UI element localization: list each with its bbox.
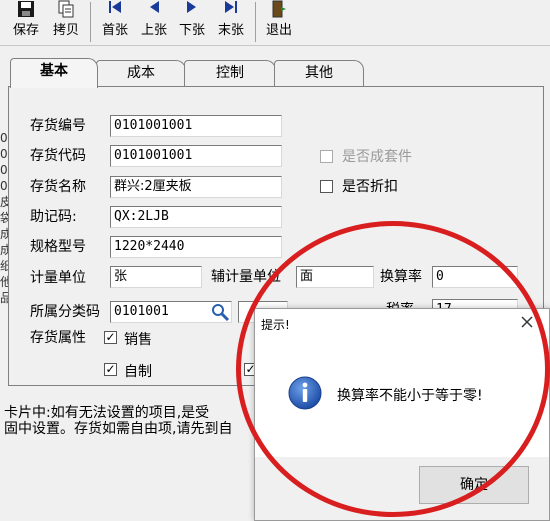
tab-control[interactable]: 控制 bbox=[184, 60, 276, 86]
self-made-checkbox[interactable]: ✓ bbox=[104, 363, 117, 376]
exit-door-icon bbox=[260, 0, 298, 22]
mnemonic-label: 助记码: bbox=[30, 209, 77, 225]
toolbar: 保存 拷贝 首张 上张 下张 末张 退出 bbox=[0, 0, 550, 46]
unit-label: 计量单位 bbox=[30, 270, 86, 286]
self-made-label: 自制 bbox=[124, 364, 152, 380]
first-record-icon bbox=[96, 0, 134, 22]
inventory-alias-label: 存货代码 bbox=[30, 148, 86, 164]
sales-checkbox[interactable]: ✓ bbox=[104, 331, 117, 344]
aux-unit-label: 辅计量单位 bbox=[211, 269, 281, 285]
is-kit-label: 是否成套件 bbox=[342, 149, 412, 165]
last-record-button[interactable]: 末张 bbox=[212, 0, 250, 44]
inventory-name-field[interactable]: 群兴:2厘夹板 bbox=[110, 176, 282, 198]
spec-field[interactable]: 1220*2440 bbox=[110, 236, 282, 258]
conversion-rate-label: 换算率 bbox=[380, 269, 422, 285]
prev-record-button[interactable]: 上张 bbox=[136, 0, 172, 44]
save-button[interactable]: 保存 bbox=[6, 0, 46, 44]
category-lookup-button[interactable] bbox=[210, 302, 230, 322]
mnemonic-field[interactable]: QX:2LJB bbox=[110, 206, 282, 228]
next-record-icon bbox=[174, 0, 210, 22]
unit-field[interactable]: 张 bbox=[110, 266, 202, 288]
alert-dialog: 提示! 换算率不能小于等于零! 确定 bbox=[254, 308, 550, 521]
next-record-label: 下张 bbox=[178, 23, 205, 38]
info-icon bbox=[287, 375, 323, 411]
first-record-label: 首张 bbox=[101, 23, 128, 38]
inventory-name-label: 存货名称 bbox=[30, 179, 86, 195]
next-record-button[interactable]: 下张 bbox=[174, 0, 210, 44]
magnifier-icon bbox=[212, 304, 230, 322]
exit-button-label: 退出 bbox=[265, 23, 292, 38]
is-discount-checkbox[interactable] bbox=[320, 180, 333, 193]
dialog-body: 换算率不能小于等于零! bbox=[255, 337, 549, 457]
spec-label: 规格型号 bbox=[30, 239, 86, 255]
inventory-alias-field[interactable]: 0101001001 bbox=[110, 145, 282, 167]
prev-record-label: 上张 bbox=[140, 23, 167, 38]
tab-other[interactable]: 其他 bbox=[274, 60, 364, 86]
copy-icon bbox=[48, 0, 84, 22]
copy-button-label: 拷贝 bbox=[52, 23, 79, 38]
inventory-code-field[interactable]: 0101001001 bbox=[110, 115, 282, 137]
category-code-label: 所属分类码 bbox=[30, 304, 100, 320]
inventory-window: 保存 拷贝 首张 上张 下张 末张 退出 0 0 0 0 皮 袋 成 成 纸 他… bbox=[0, 0, 550, 521]
copy-button[interactable]: 拷贝 bbox=[48, 0, 84, 44]
close-icon bbox=[521, 316, 533, 328]
ok-button[interactable]: 确定 bbox=[419, 466, 529, 504]
last-record-label: 末张 bbox=[217, 23, 244, 38]
is-discount-label: 是否折扣 bbox=[342, 179, 398, 195]
sales-label: 销售 bbox=[124, 332, 152, 348]
dialog-titlebar: 提示! bbox=[255, 309, 549, 337]
is-kit-checkbox[interactable] bbox=[320, 150, 333, 163]
toolbar-separator bbox=[255, 2, 256, 42]
bottom-note-line2: 固中设置。存货如需自由项,请先到自 bbox=[4, 421, 233, 437]
save-button-label: 保存 bbox=[12, 23, 39, 38]
dialog-title: 提示! bbox=[261, 318, 290, 332]
attribute-label: 存货属性 bbox=[30, 330, 86, 346]
close-button[interactable] bbox=[517, 312, 537, 332]
tab-cost[interactable]: 成本 bbox=[96, 60, 186, 86]
conversion-rate-field[interactable]: 0 bbox=[432, 266, 518, 288]
prev-record-icon bbox=[136, 0, 172, 22]
tab-basic[interactable]: 基本 bbox=[10, 58, 98, 88]
inventory-code-label: 存货编号 bbox=[30, 118, 86, 134]
first-record-button[interactable]: 首张 bbox=[96, 0, 134, 44]
dialog-message: 换算率不能小于等于零! bbox=[337, 388, 483, 404]
exit-button[interactable]: 退出 bbox=[260, 0, 298, 44]
aux-unit-field[interactable]: 面 bbox=[296, 266, 374, 288]
floppy-disk-icon bbox=[6, 0, 46, 22]
last-record-icon bbox=[212, 0, 250, 22]
toolbar-separator bbox=[90, 2, 91, 42]
